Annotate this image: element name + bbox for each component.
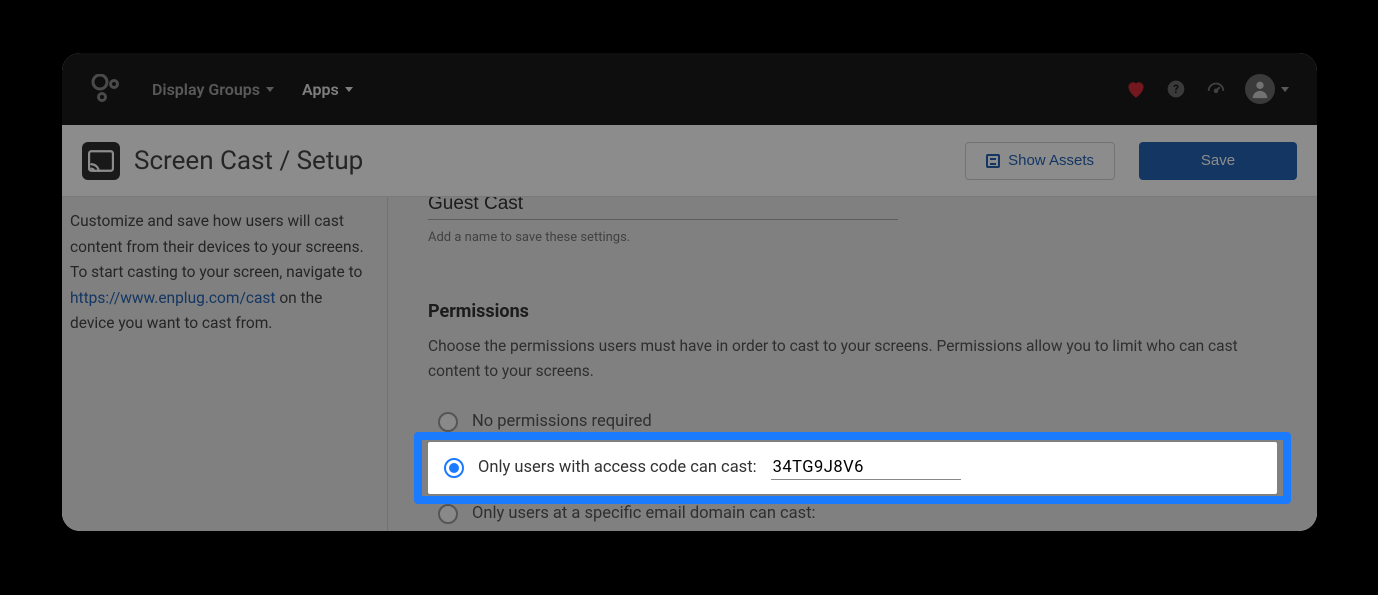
list-icon [986,154,1000,168]
chevron-down-icon [345,87,353,92]
main-content: Add a name to save these settings. Permi… [388,197,1317,531]
permissions-description: Choose the permissions users must have i… [428,334,1277,384]
permission-option-none[interactable]: No permissions required [428,402,1277,442]
nav-apps-label: Apps [302,80,339,99]
svg-text:?: ? [1173,82,1179,96]
sidebar: Customize and save how users will cast c… [62,197,387,531]
avatar [1245,74,1275,104]
radio-icon [438,412,458,432]
topbar: Display Groups Apps ? [62,53,1317,125]
nav-display-groups-label: Display Groups [152,80,260,99]
permission-option-access-code[interactable]: Only users with access code can cast: [428,442,1277,494]
permissions-title: Permissions [428,301,1277,322]
name-helper-text: Add a name to save these settings. [428,230,1277,245]
nav-apps[interactable]: Apps [302,80,353,99]
show-assets-label: Show Assets [1008,152,1094,169]
radio-icon [444,458,464,478]
heart-icon[interactable] [1125,78,1147,100]
nav-display-groups[interactable]: Display Groups [152,80,274,99]
permission-option-label: Only users with access code can cast: [478,458,757,477]
access-code-input[interactable] [771,456,961,480]
permission-option-label: No permissions required [472,412,652,431]
show-assets-button[interactable]: Show Assets [965,142,1115,180]
permission-option-label: Only users at a specific email domain ca… [472,504,816,523]
chevron-down-icon [266,87,274,92]
topbar-icons: ? [1125,74,1289,104]
screen-cast-icon [82,142,120,180]
save-label: Save [1201,152,1235,169]
sidebar-help-text: Customize and save how users will cast c… [70,209,365,337]
help-icon[interactable]: ? [1165,78,1187,100]
cast-link[interactable]: https://www.enplug.com/cast [70,289,275,307]
dashboard-icon[interactable] [1205,78,1227,100]
subheader: Screen Cast / Setup Show Assets Save [62,125,1317,197]
permission-option-email-domain[interactable]: Only users at a specific email domain ca… [428,494,1277,531]
settings-name-input[interactable] [428,197,898,220]
radio-icon [438,504,458,524]
save-button[interactable]: Save [1139,142,1297,180]
logo [90,74,124,104]
permissions-radio-group: No permissions required Only users with … [428,402,1277,531]
user-menu[interactable] [1245,74,1289,104]
chevron-down-icon [1281,87,1289,92]
page-title: Screen Cast / Setup [134,146,363,176]
